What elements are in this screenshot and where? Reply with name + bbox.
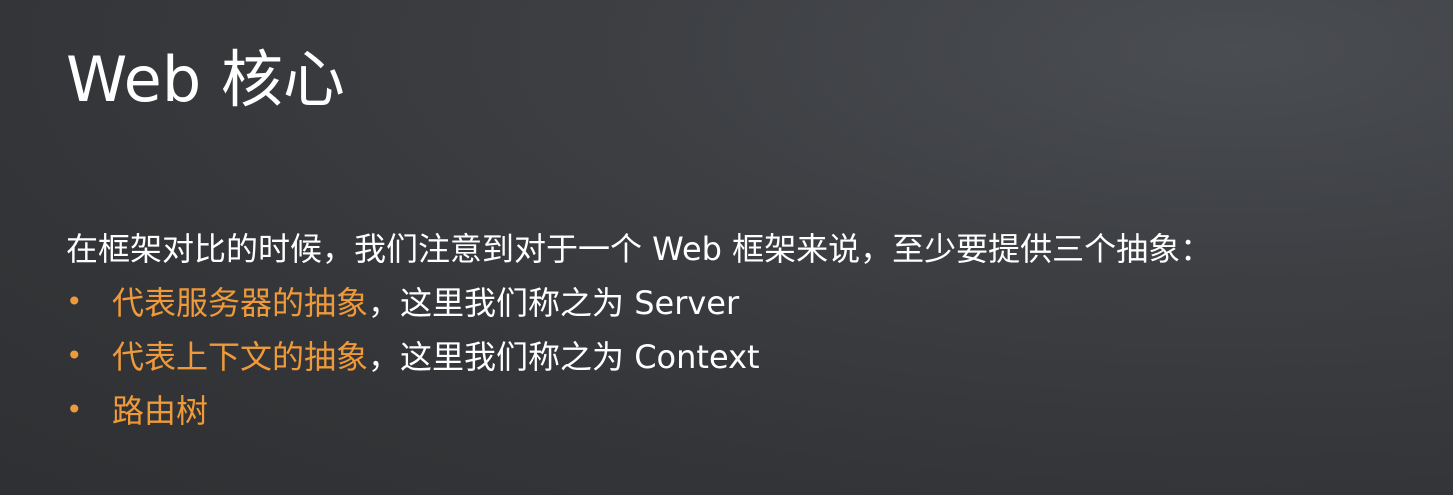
- bullet-rest: ，这里我们称之为 Server: [368, 284, 740, 322]
- bullet-dot-icon: •: [66, 392, 83, 426]
- bullet-highlight: 路由树: [112, 392, 209, 430]
- bullet-highlight: 代表上下文的抽象: [112, 338, 369, 376]
- bullet-item-context: • 代表上下文的抽象 ，这里我们称之为 Context: [66, 328, 760, 382]
- bullet-dot-icon: •: [66, 338, 83, 372]
- slide-title: Web 核心: [66, 43, 345, 116]
- bullet-item-server: • 代表服务器的抽象 ，这里我们称之为 Server: [66, 274, 760, 328]
- bullet-dot-icon: •: [66, 284, 83, 318]
- intro-text: 在框架对比的时候，我们注意到对于一个 Web 框架来说，至少要提供三个抽象：: [66, 230, 1213, 268]
- bullet-list: • 代表服务器的抽象 ，这里我们称之为 Server • 代表上下文的抽象 ，这…: [66, 274, 760, 436]
- bullet-item-router-tree: • 路由树: [66, 382, 760, 436]
- bullet-highlight: 代表服务器的抽象: [112, 284, 369, 322]
- bullet-rest: ，这里我们称之为 Context: [368, 338, 760, 376]
